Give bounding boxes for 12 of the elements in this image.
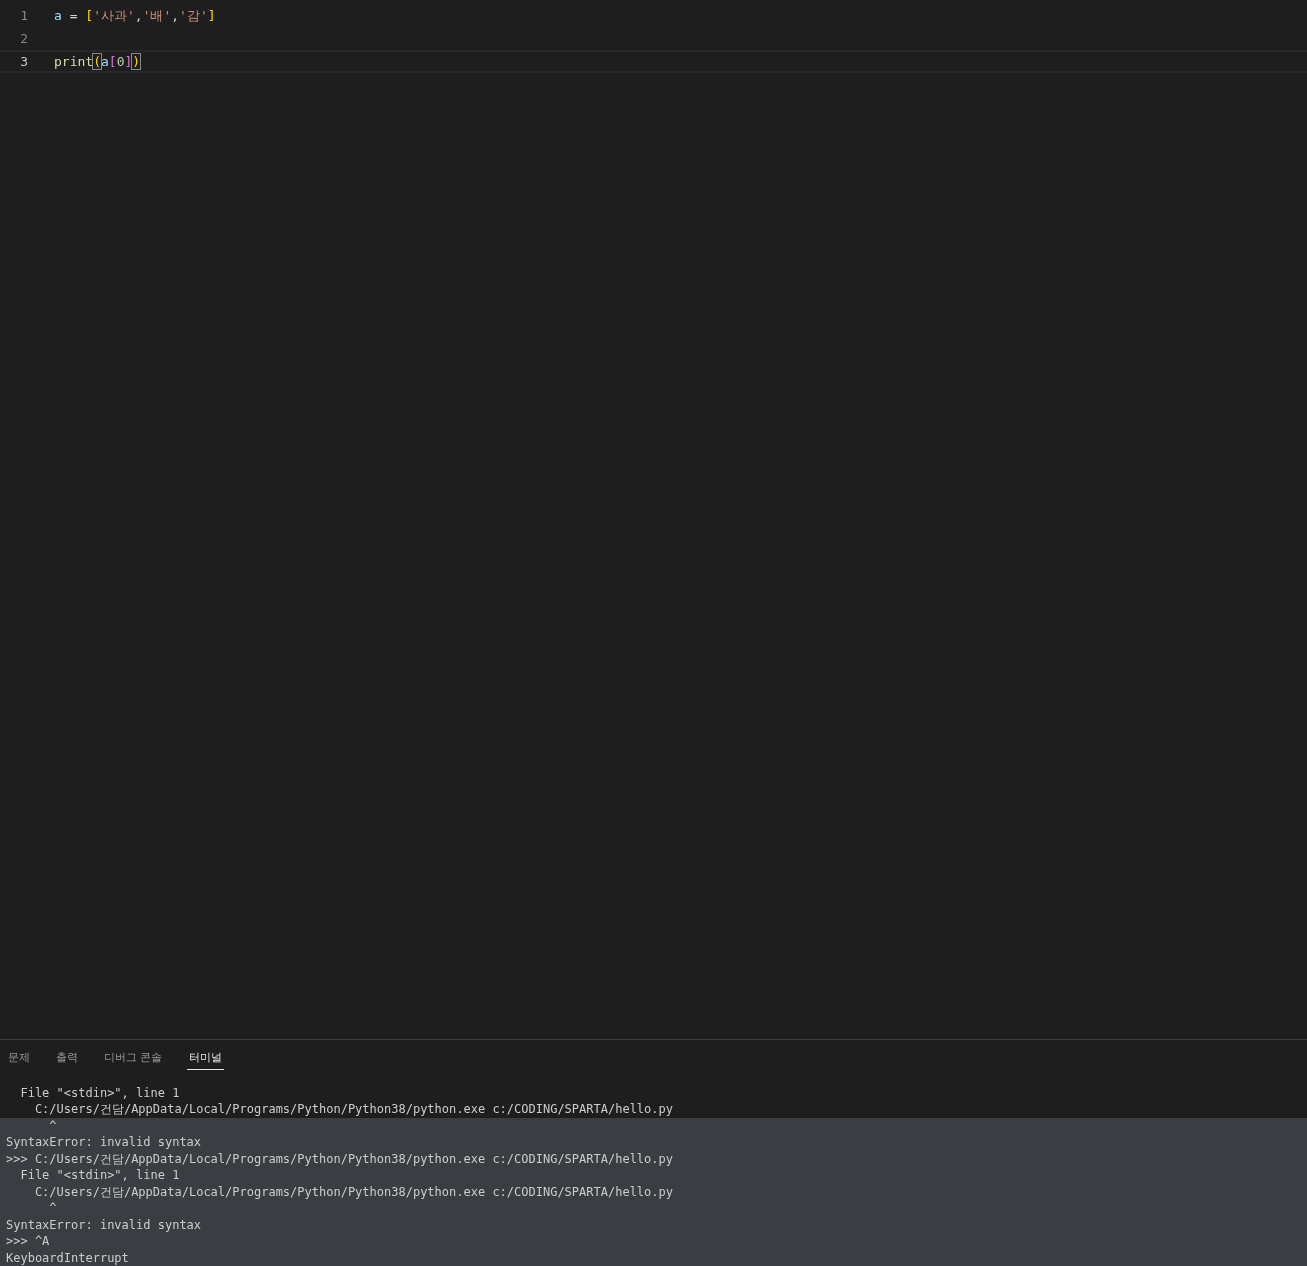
panel-tab[interactable]: 터미널 [186,1047,224,1070]
code-line: a = ['사과','배','감'] [54,6,216,25]
line-number: 2 [19,31,29,46]
line-number: 3 [19,54,29,69]
line-number: 1 [19,8,29,23]
panel-tab[interactable]: 디버그 콘솔 [102,1047,165,1070]
terminal-line: C:/Users/건담/AppData/Local/Programs/Python/Python38/python.exe c:/CODING/SPARTA/hello.py [33,1101,674,1118]
code-editor[interactable]: 1 a = ['사과','배','감'] 2 3 print(a[0]) [0,0,1307,1039]
code-line: print(a[0]) [54,54,141,69]
panel-tab[interactable]: 출력 [54,1047,80,1070]
panel-tab[interactable]: 문제 [6,1047,32,1070]
terminal-line: File "<stdin>", line 1 [19,1084,181,1101]
